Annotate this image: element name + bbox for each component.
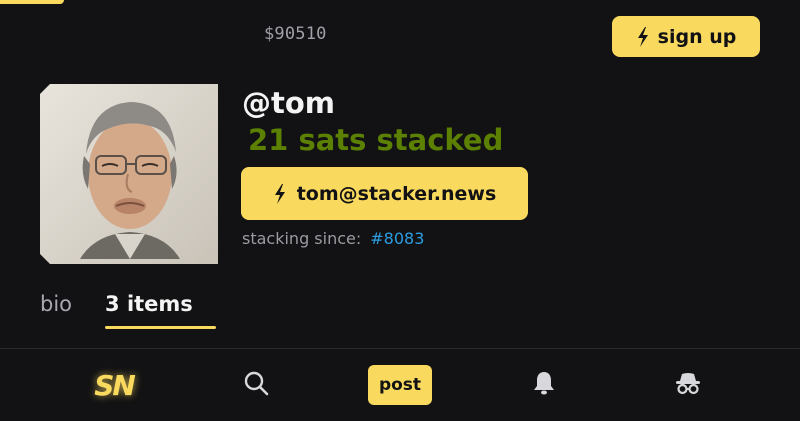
stacking-since: stacking since: #8083 <box>242 229 424 248</box>
lightning-address-button[interactable]: tom@stacker.news <box>241 167 528 220</box>
lightning-bolt-icon <box>273 183 287 205</box>
home-logo-button[interactable]: SN <box>88 349 140 421</box>
post-button[interactable]: post <box>368 365 432 405</box>
anon-button[interactable] <box>670 349 706 421</box>
lightning-address-label: tom@stacker.news <box>296 182 497 205</box>
search-icon <box>243 370 269 400</box>
tab-bio[interactable]: bio <box>40 292 72 326</box>
profile-tabs: bio 3 items <box>40 292 216 329</box>
sign-up-label: sign up <box>657 25 737 48</box>
bottom-navbar: SN post <box>0 348 800 421</box>
lightning-bolt-icon <box>636 26 650 47</box>
stacking-since-label: stacking since: <box>242 229 362 248</box>
sats-stacked: 21 sats stacked <box>248 123 504 157</box>
sn-logo-icon: SN <box>94 368 136 402</box>
stacking-since-item-link[interactable]: #8083 <box>370 229 424 248</box>
bell-icon <box>532 370 556 400</box>
top-left-accent <box>0 0 64 4</box>
tab-items[interactable]: 3 items <box>105 292 216 329</box>
avatar <box>40 84 220 264</box>
profile-handle: @tom <box>242 86 336 120</box>
incognito-icon <box>674 371 702 399</box>
bitcoin-price[interactable]: $90510 <box>264 24 327 44</box>
sign-up-button[interactable]: sign up <box>612 16 760 57</box>
notifications-button[interactable] <box>528 349 560 421</box>
post-button-wrap: post <box>368 349 432 421</box>
search-button[interactable] <box>238 349 274 421</box>
